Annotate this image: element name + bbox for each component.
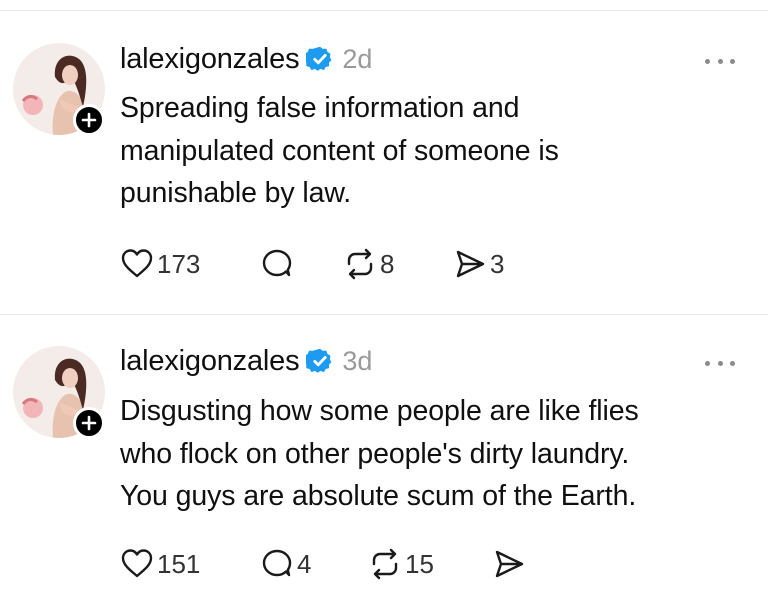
share-button[interactable] — [492, 544, 529, 584]
heart-icon — [121, 549, 153, 578]
comment-bubble-icon — [262, 249, 292, 277]
plus-icon — [81, 415, 97, 431]
heart-icon — [121, 249, 153, 278]
post-text: Spreading false information and manipula… — [120, 92, 559, 209]
share-button[interactable]: 3 — [453, 244, 504, 284]
repost-arrows-icon — [372, 548, 398, 580]
post-time: 2d — [342, 43, 373, 74]
more-dot — [717, 58, 723, 64]
more-dot — [730, 360, 735, 366]
like-count: 173 — [157, 248, 201, 279]
reply-button[interactable]: 4 — [260, 544, 311, 584]
more-dots-icon — [705, 58, 710, 64]
more-dots-icon — [705, 360, 710, 366]
like-button[interactable]: 151 — [120, 544, 200, 584]
more-dot — [717, 360, 723, 366]
post-header: lalexigonzales 2d — [120, 39, 372, 79]
repost-count: 15 — [405, 548, 434, 579]
follow-button[interactable] — [73, 407, 105, 439]
verified-badge-icon — [306, 46, 332, 71]
username[interactable]: lalexigonzales — [120, 43, 300, 76]
post-time: 3d — [342, 345, 373, 376]
send-arrow-icon — [495, 550, 524, 578]
post: lalexigonzales 3d Disgusting how some pe… — [0, 315, 768, 614]
repost-button[interactable]: 8 — [343, 244, 394, 284]
avatar[interactable] — [13, 43, 105, 136]
reply-button[interactable] — [260, 244, 297, 284]
repost-count: 8 — [380, 248, 395, 279]
comment-bubble-icon — [262, 549, 292, 577]
verified-badge-icon — [306, 348, 332, 373]
follow-button[interactable] — [73, 104, 105, 136]
like-button[interactable]: 173 — [120, 244, 200, 284]
share-count: 3 — [490, 248, 505, 279]
like-count: 151 — [157, 548, 201, 579]
avatar[interactable] — [13, 346, 105, 439]
more-options-button[interactable] — [705, 357, 735, 369]
post-header: lalexigonzales 3d — [120, 341, 372, 381]
reply-count: 4 — [297, 548, 312, 579]
more-dot — [730, 58, 735, 64]
more-options-button[interactable] — [705, 55, 735, 67]
send-arrow-icon — [456, 250, 485, 278]
post: lalexigonzales 2d Spreading false inform… — [0, 11, 768, 314]
post-text: Disgusting how some people are like flie… — [120, 395, 639, 512]
username[interactable]: lalexigonzales — [120, 345, 300, 378]
plus-icon — [81, 112, 97, 128]
repost-button[interactable]: 15 — [368, 544, 434, 584]
repost-arrows-icon — [347, 248, 373, 280]
